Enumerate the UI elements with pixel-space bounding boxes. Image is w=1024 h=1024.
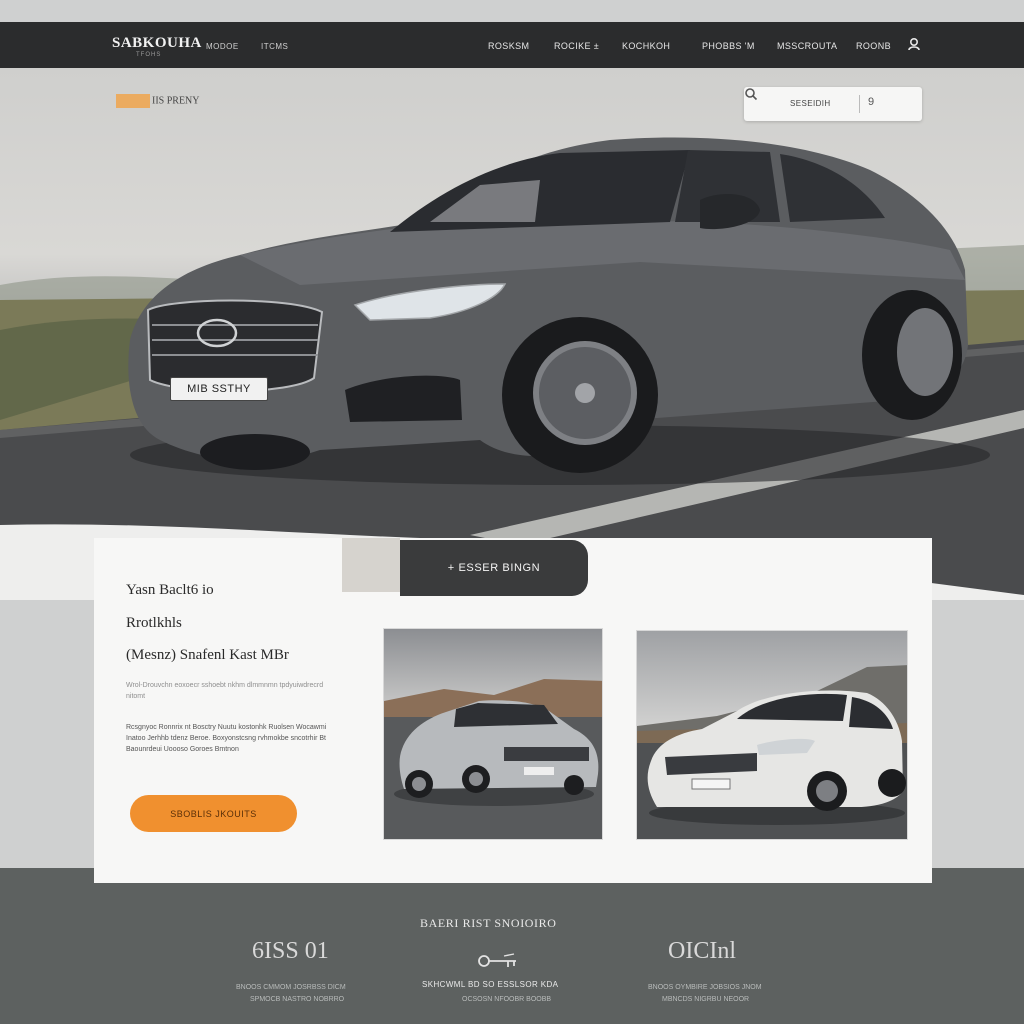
card-bottom-edge [94,868,932,883]
footer-right-text-1: BNOOS OYMBIRE JOBSIOS JNOM [648,984,762,991]
nav-link-left-1[interactable]: MODOE [206,42,239,51]
footer-left-text-1: BNOOS CMMOM JOSRBSS DICM [236,984,346,991]
primary-action-button[interactable]: SBOBLIS JKOUITS [130,795,297,832]
search-icon[interactable] [744,87,758,101]
promo-banner[interactable]: IIS PRENY [116,94,200,108]
nav-link-6[interactable]: ROONB [856,41,891,51]
search-label: SESEIDIH [790,99,831,108]
search-divider [859,95,860,113]
nav-link-3[interactable]: KOCHKOH [622,41,670,51]
nav-link-1[interactable]: ROSKSM [488,41,529,51]
card-heading-line-1: Yasn Baclt6 io [126,582,214,598]
footer-title: BAERI RIST SNOIOIRO [420,916,557,930]
promo-text: IIS PRENY [152,95,200,107]
card-heading-line-2: Rrotlkhls [126,615,182,631]
top-nav: SABKOUHA TFOHS MODOE ITCMS ROSKSM ROCIKE… [0,22,1024,68]
nav-link-5[interactable]: MSSCROUTA [777,41,837,51]
search-count: 9 [868,96,875,108]
nav-link-2[interactable]: ROCIKE ± [554,41,599,51]
nav-link-left-2[interactable]: ITCMS [261,42,288,51]
card-intro-text: Wrol-Drouvchn eoxoecr sshoebt nkhm dlmmn… [126,682,324,700]
user-icon[interactable] [906,36,922,52]
search-box[interactable]: SESEIDIH 9 [744,87,922,121]
footer-left-text-2: SPMOCB NASTRO NOBRRO [250,996,345,1003]
footer-stat-right: OICInl [668,938,736,964]
brand-tagline: TFOHS [136,52,162,58]
footer-right-text-2: MBNCDS NIGRBU NEOOR [662,996,750,1003]
footer-stat-left: 6ISS 01 [252,938,329,964]
license-plate: MIB SSTHY [170,377,268,401]
key-icon [478,953,516,967]
brand-logo[interactable]: SABKOUHA [112,35,202,52]
nav-link-4[interactable]: PHOBBS 'M [702,41,755,51]
card-body-text: Rcsgnyoc Ronnrix nt Bosctry Nuutu koston… [126,724,327,753]
footer-description-sub: OCSOSN NFOOBR BOOBB [462,996,552,1003]
white-sedan-photo[interactable] [636,630,908,840]
promo-tag [116,94,150,108]
footer-description: SKHCWML BD SO ESSLSOR KDA [422,980,559,989]
hero-banner: IIS PRENY MIB SSTHY SESEIDIH 9 [0,68,1024,600]
card-tab [342,538,400,592]
hero-car-image [0,137,1024,600]
card-heading-line-3: (Mesnz) Snafenl Kast MBr [126,647,289,663]
hero-cta-button[interactable]: + ESSER BINGN [400,540,588,596]
silver-hatchback-photo[interactable] [383,628,603,840]
